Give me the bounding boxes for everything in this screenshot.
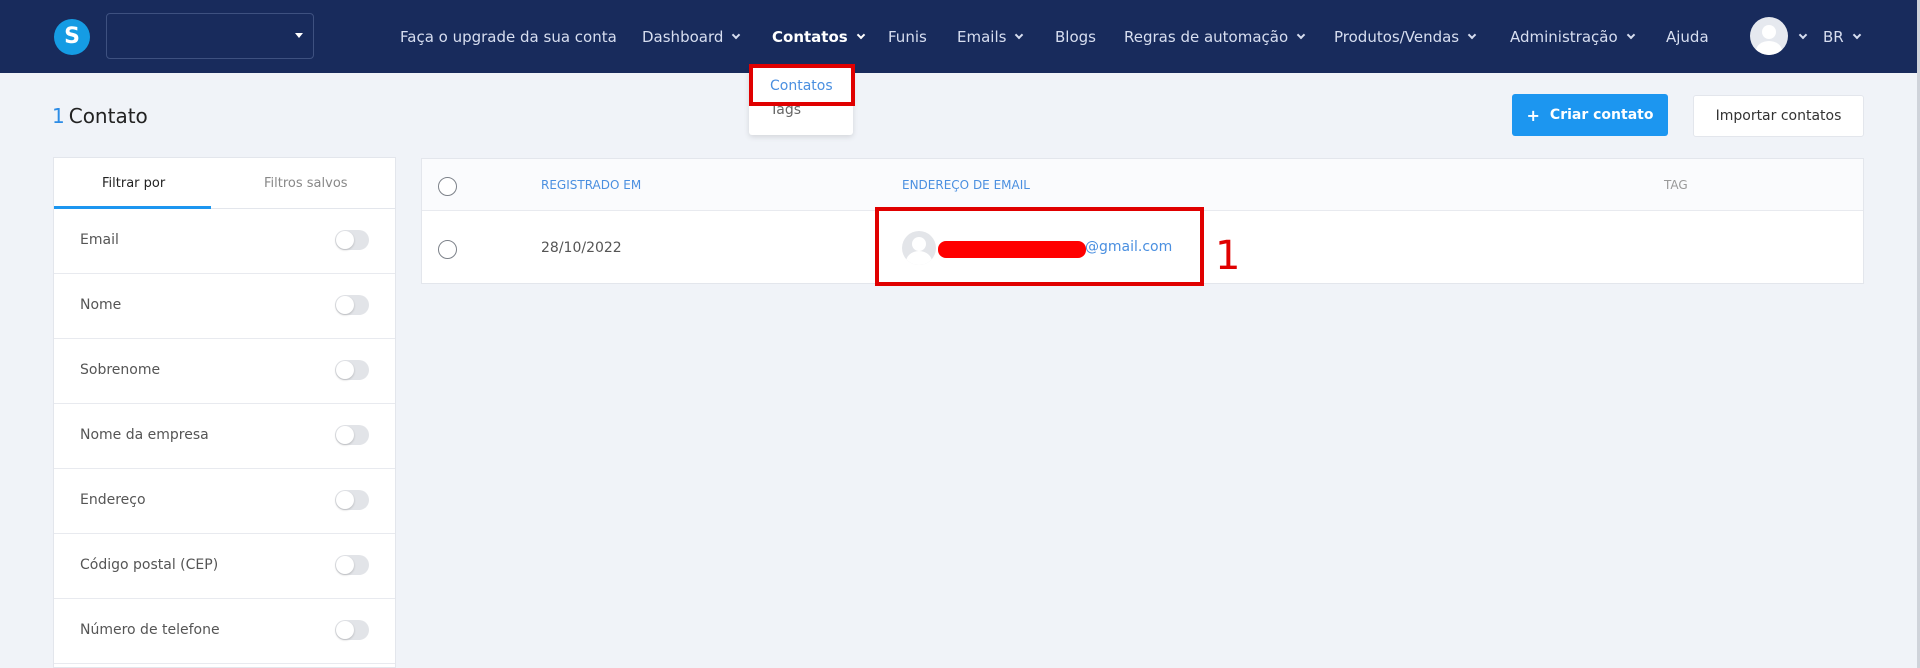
filter-toggle[interactable] [335,230,369,250]
nav-dashboard[interactable]: Dashboard [642,0,741,73]
filter-label: Código postal (CEP) [80,557,219,573]
column-registered-at[interactable]: REGISTRADO EM [541,178,641,192]
nav-label: Ajuda [1666,27,1709,46]
tab-saved-filters[interactable]: Filtros salvos [264,176,348,191]
top-navigation-bar: S Faça o upgrade da sua conta Dashboard … [0,0,1920,73]
nav-products-sales[interactable]: Produtos/Vendas [1334,0,1477,73]
chevron-down-icon [1467,30,1477,39]
filter-label: Nome da empresa [80,427,209,443]
nav-automation-rules[interactable]: Regras de automação [1124,0,1306,73]
nav-contatos[interactable]: Contatos [772,0,865,73]
plus-icon: + [1526,105,1540,125]
chevron-down-icon [1798,30,1808,39]
contact-count: 1 [52,104,65,128]
filter-tabs: Filtrar por Filtros salvos [54,158,395,209]
nav-label: Regras de automação [1124,27,1289,46]
create-contact-label: Criar contato [1549,107,1654,123]
user-avatar[interactable] [1750,17,1788,55]
filter-toggle[interactable] [335,555,369,575]
nav-label: Administração [1510,27,1618,46]
filter-toggle[interactable] [335,620,369,640]
filter-row-postal-code: Código postal (CEP) [54,534,395,599]
nav-label: Blogs [1055,27,1096,46]
filter-row-phone: Número de telefone [54,599,395,664]
import-contacts-button[interactable]: Importar contatos [1693,95,1864,137]
chevron-down-icon [732,30,741,39]
nav-label: Funis [888,27,927,46]
registered-date: 28/10/2022 [541,240,622,256]
import-contacts-label: Importar contatos [1715,108,1842,124]
highlight-box-email [875,207,1204,286]
filter-row-nome: Nome [54,274,395,339]
tab-filter-by[interactable]: Filtrar por [102,176,165,191]
filter-label: Email [80,232,119,248]
caret-down-icon [295,33,303,38]
annotation-number: 1 [1215,233,1241,279]
create-contact-button[interactable]: + Criar contato [1512,94,1668,136]
chevron-down-icon [1852,30,1861,39]
nav-help[interactable]: Ajuda [1666,0,1709,73]
chevron-down-icon [1296,30,1306,39]
nav-blogs[interactable]: Blogs [1055,0,1096,73]
select-all-radio[interactable] [438,177,457,196]
language-select[interactable]: BR [1823,0,1861,73]
row-select-radio[interactable] [438,240,457,259]
filter-label: Sobrenome [80,362,161,378]
workspace-select[interactable] [106,13,314,59]
nav-label: Emails [957,27,1007,46]
filter-sidebar: Filtrar por Filtros salvos Email Nome So… [53,157,396,668]
chevron-down-icon [1015,30,1024,39]
app-logo[interactable]: S [54,19,90,55]
filter-toggle[interactable] [335,295,369,315]
nav-upgrade-account[interactable]: Faça o upgrade da sua conta [400,0,617,73]
filter-toggle[interactable] [335,360,369,380]
table-header: REGISTRADO EM ENDEREÇO DE EMAIL TAG [422,159,1863,211]
user-menu-toggle[interactable] [1790,0,1808,73]
column-email-address[interactable]: ENDEREÇO DE EMAIL [902,178,1030,192]
nav-label: Faça o upgrade da sua conta [400,27,617,46]
filter-label: Número de telefone [80,622,220,638]
chevron-down-icon [856,30,865,39]
page-title-text: Contato [68,104,148,128]
column-tag[interactable]: TAG [1664,178,1688,192]
filter-label: Nome [80,297,122,313]
filter-label: Endereço [80,492,146,508]
language-label: BR [1823,27,1844,46]
nav-label: Produtos/Vendas [1334,27,1460,46]
nav-label: Dashboard [642,27,724,46]
highlight-box-menu [749,64,855,106]
filter-row-email: Email [54,209,395,274]
filter-row-sobrenome: Sobrenome [54,339,395,404]
nav-funis[interactable]: Funis [888,0,927,73]
filter-row-address: Endereço [54,469,395,534]
nav-emails[interactable]: Emails [957,0,1024,73]
nav-label: Contatos [772,27,848,46]
filter-toggle[interactable] [335,490,369,510]
filter-row-company: Nome da empresa [54,404,395,469]
filter-toggle[interactable] [335,425,369,445]
nav-administration[interactable]: Administração [1510,0,1635,73]
chevron-down-icon [1626,30,1635,39]
page-title: 1 Contato [52,104,148,128]
